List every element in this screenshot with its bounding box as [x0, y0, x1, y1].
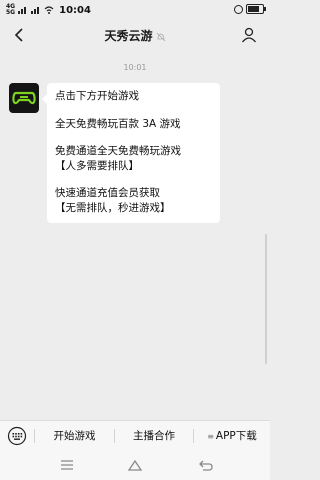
message-line-gap — [55, 131, 212, 144]
message-line: 【无需排队，秒进游戏】 — [55, 201, 171, 214]
avatar[interactable] — [9, 83, 39, 113]
system-nav-bar — [0, 451, 270, 480]
menu-start-game[interactable]: 开始游戏 — [35, 421, 114, 451]
message-line: 【人多需要排队】 — [55, 159, 139, 172]
message-bubble[interactable]: 点击下方开始游戏全天免费畅玩百款 3A 游戏 免费通道全天免费畅玩游戏 【人多需要排… — [42, 83, 220, 223]
signal-label-bottom: 5G — [6, 9, 16, 16]
message-timestamp: 10:01 — [123, 63, 147, 72]
chat-title-wrap: 天秀云游 — [0, 27, 270, 44]
wifi-icon — [44, 6, 54, 14]
chat-title: 天秀云游 — [104, 29, 153, 43]
menu-streamer-partner[interactable]: 主播合作 — [115, 421, 193, 451]
signal-bars-2-icon — [31, 7, 40, 14]
message-text: 点击下方开始游戏全天免费畅玩百款 3A 游戏 免费通道全天免费畅玩游戏 【人多需要排… — [55, 89, 212, 215]
home-icon[interactable] — [126, 457, 144, 473]
person-icon[interactable] — [240, 26, 258, 44]
chat-header: 天秀云游 — [0, 20, 270, 50]
keyboard-icon[interactable] — [7, 426, 27, 446]
bottom-menu: 开始游戏 主播合作 ≡ APP下载 — [0, 420, 270, 451]
clock-time: 10:04 — [59, 4, 91, 16]
message-line: 点击下方开始游戏 — [55, 90, 139, 102]
message-line: 免费通道全天免费畅玩游戏 — [55, 145, 181, 157]
battery-icon — [246, 4, 266, 14]
bell-mute-icon — [156, 32, 165, 41]
gamepad-logo-icon — [12, 91, 36, 105]
menu-app-download-label: APP下载 — [215, 430, 257, 442]
scrollbar[interactable] — [265, 234, 267, 364]
battery-level — [248, 6, 260, 12]
signal-bars-icon — [18, 7, 27, 14]
message-line-gap — [55, 173, 212, 186]
menu-app-download[interactable]: ≡ APP下载 — [194, 421, 270, 451]
message-line-gap — [55, 104, 212, 117]
status-bar: 4G 5G 10:04 — [0, 0, 270, 20]
back-icon[interactable] — [197, 457, 215, 473]
menu-list-icon: ≡ — [207, 432, 214, 441]
signal-indicator: 4G 5G — [6, 4, 15, 16]
menu-icon[interactable] — [58, 457, 76, 473]
message-line: 全天免费畅玩百款 3A 游戏 — [55, 117, 181, 130]
alarm-icon — [234, 4, 243, 14]
message-line: 快速通道充值会员获取 — [55, 187, 160, 199]
